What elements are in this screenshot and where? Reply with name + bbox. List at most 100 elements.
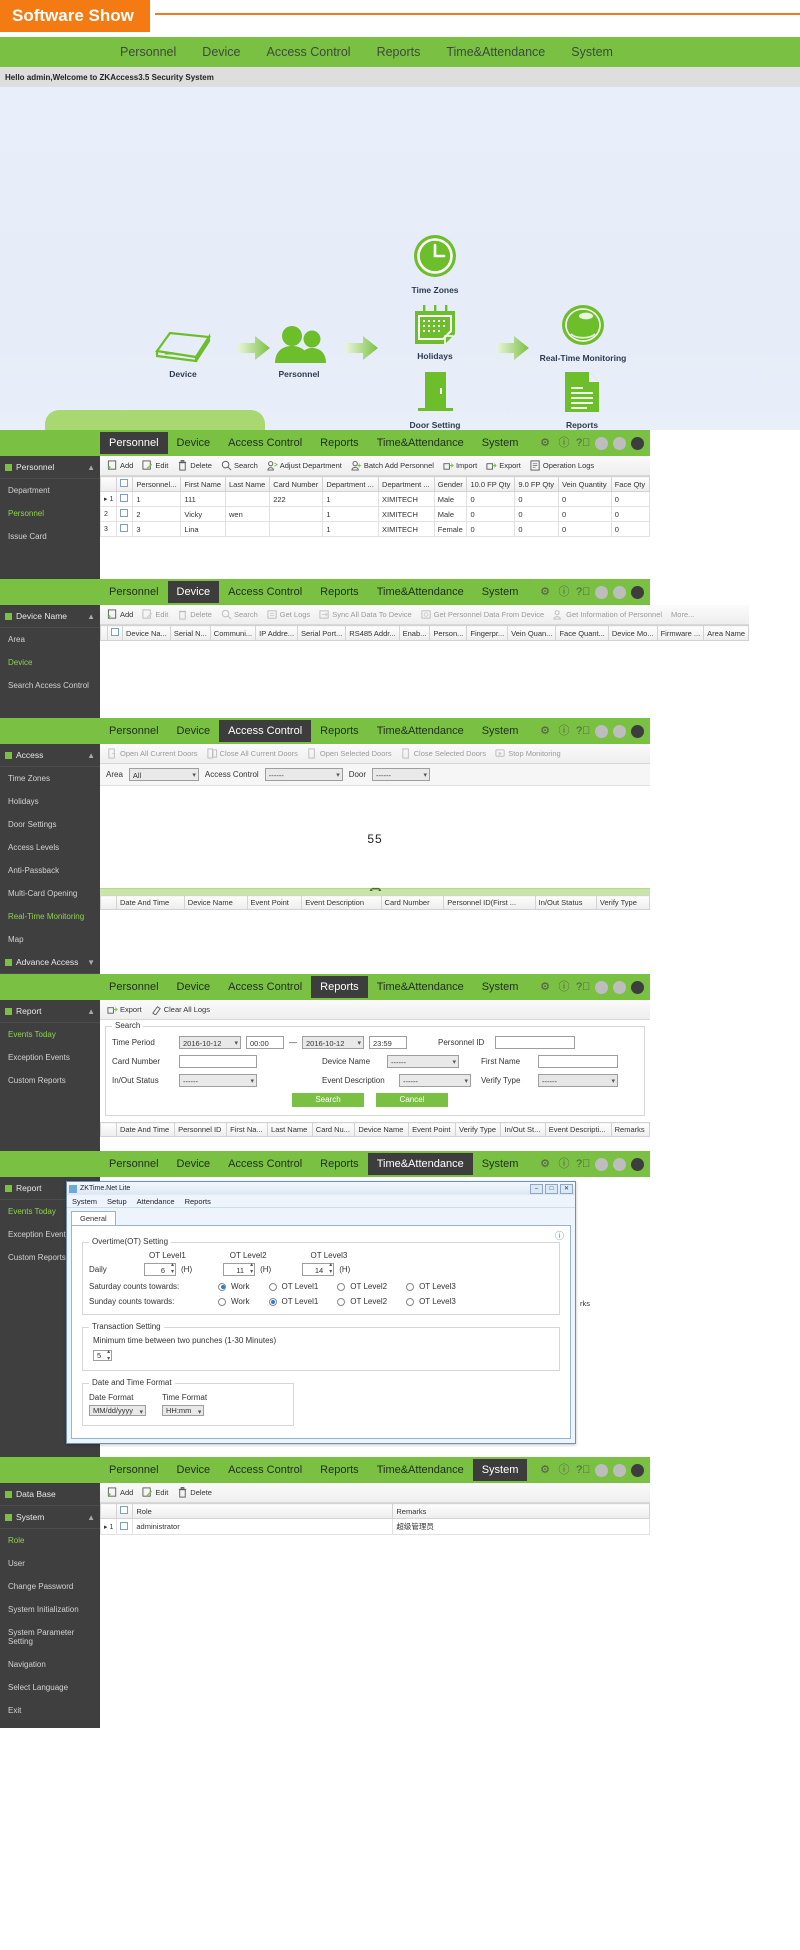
- th-vein[interactable]: Vein Quantity: [558, 477, 611, 492]
- flow-node-door-setting[interactable]: Door Setting: [400, 370, 470, 430]
- sidebar-item-anti-passback[interactable]: Anti-Passback: [0, 859, 100, 882]
- tab-reports[interactable]: Reports: [311, 720, 368, 742]
- sidebar-item-department[interactable]: Department: [0, 479, 100, 502]
- th-face-quantity[interactable]: Face Quant...: [556, 626, 608, 641]
- event-description-select[interactable]: ------: [399, 1074, 471, 1087]
- operation-logs-button[interactable]: Operation Logs: [527, 460, 597, 471]
- tab-personnel[interactable]: Personnel: [100, 1459, 168, 1481]
- maximize-icon[interactable]: [613, 725, 626, 738]
- search-button[interactable]: Search: [292, 1093, 364, 1107]
- hero-menu-item-time-attendance[interactable]: Time&Attendance: [446, 45, 545, 59]
- search-button[interactable]: Search: [218, 609, 261, 620]
- gear-icon[interactable]: ⚙: [538, 436, 552, 450]
- tab-system[interactable]: System: [473, 1459, 528, 1481]
- sidebar-item-holidays[interactable]: Holidays: [0, 790, 100, 813]
- sunday-ot2-radio[interactable]: [337, 1298, 345, 1306]
- th-device-name[interactable]: Device Na...: [123, 626, 171, 641]
- flow-node-personnel[interactable]: Personnel: [265, 325, 333, 379]
- th-first-name[interactable]: First Na...: [227, 1123, 268, 1137]
- tab-personnel[interactable]: Personnel: [100, 581, 168, 603]
- row-checkbox[interactable]: [120, 524, 128, 532]
- chevron-down-icon[interactable]: ▼: [87, 958, 95, 967]
- tab-access-control[interactable]: Access Control: [219, 581, 311, 603]
- verify-type-select[interactable]: ------: [538, 1074, 618, 1087]
- sunday-ot3-radio[interactable]: [406, 1298, 414, 1306]
- access-control-filter-select[interactable]: ------: [265, 768, 343, 781]
- sidebar-group-advance-access[interactable]: Advance Access ▼: [0, 951, 100, 974]
- access-filter-bar[interactable]: Area All Access Control ------ Door ----…: [100, 764, 650, 786]
- tab-time-attendance[interactable]: Time&Attendance: [368, 720, 473, 742]
- sidebar-item-system-initialization[interactable]: System Initialization: [0, 1598, 100, 1621]
- tab-personnel[interactable]: Personnel: [100, 976, 168, 998]
- sidebar-group-data-base[interactable]: Data Base: [0, 1483, 100, 1506]
- th-rs485-address[interactable]: RS485 Addr...: [346, 626, 399, 641]
- info-icon[interactable]: ⓘ: [557, 724, 571, 738]
- sidebar-item-access-levels[interactable]: Access Levels: [0, 836, 100, 859]
- th-fingerprint[interactable]: Fingerpr...: [467, 626, 508, 641]
- door-filter-select[interactable]: ------: [372, 768, 430, 781]
- minimize-icon[interactable]: [595, 1464, 608, 1477]
- row-checkbox-cell[interactable]: [117, 507, 133, 522]
- th-fp10[interactable]: 10.0 FP Qty: [467, 477, 515, 492]
- export-button[interactable]: Export: [483, 460, 524, 471]
- sidebar-item-device[interactable]: Device: [0, 651, 100, 674]
- info-icon[interactable]: ⓘ: [557, 585, 571, 599]
- cancel-button[interactable]: Cancel: [376, 1093, 448, 1107]
- modal-menu-attendance[interactable]: Attendance: [137, 1197, 175, 1206]
- modal-menubar[interactable]: System Setup Attendance Reports: [67, 1195, 575, 1208]
- tab-system[interactable]: System: [473, 1153, 528, 1175]
- sidebar-item-search-access-control[interactable]: Search Access Control: [0, 674, 100, 697]
- sidebar-group-device-name[interactable]: Device Name ▲: [0, 605, 100, 628]
- tab-time-attendance[interactable]: Time&Attendance: [368, 976, 473, 998]
- add-button[interactable]: Add: [104, 609, 136, 620]
- import-button[interactable]: Import: [440, 460, 480, 471]
- sidebar-item-select-language[interactable]: Select Language: [0, 1676, 100, 1699]
- close-icon[interactable]: [631, 1464, 644, 1477]
- th-date-and-time[interactable]: Date And Time: [117, 1123, 175, 1137]
- th-verify-type[interactable]: Verify Type: [596, 896, 649, 910]
- sidebar-item-user[interactable]: User: [0, 1552, 100, 1575]
- get-personnel-data-button[interactable]: Get Personnel Data From Device: [418, 609, 547, 620]
- modal-menu-reports[interactable]: Reports: [185, 1197, 211, 1206]
- sidebar-item-system-parameter-setting[interactable]: System Parameter Setting: [0, 1621, 100, 1653]
- access-toolbar[interactable]: Open All Current Doors Close All Current…: [100, 744, 650, 764]
- tab-system[interactable]: System: [473, 581, 528, 603]
- info-icon[interactable]: ⓘ: [557, 1157, 571, 1171]
- delete-button[interactable]: Delete: [174, 460, 215, 471]
- help-icon[interactable]: ?⃝: [576, 1157, 590, 1171]
- tab-reports[interactable]: Reports: [311, 1459, 368, 1481]
- tab-device[interactable]: Device: [168, 720, 220, 742]
- th-event-description[interactable]: Event Description: [302, 896, 381, 910]
- sidebar-item-custom-reports[interactable]: Custom Reports: [0, 1069, 100, 1092]
- system-sidebar[interactable]: Data Base System ▲ Role User Change Pass…: [0, 1483, 100, 1728]
- sidebar-item-door-settings[interactable]: Door Settings: [0, 813, 100, 836]
- reports-sidebar[interactable]: Report ▲ Events Today Exception Events C…: [0, 1000, 100, 1151]
- close-icon[interactable]: [631, 437, 644, 450]
- sidebar-item-multi-card-opening[interactable]: Multi-Card Opening: [0, 882, 100, 905]
- tab-reports[interactable]: Reports: [311, 581, 368, 603]
- th-area-name[interactable]: Area Name: [704, 626, 749, 641]
- tab-device[interactable]: Device: [168, 976, 220, 998]
- th-last-name[interactable]: Last Name: [226, 477, 270, 492]
- sunday-ot1-radio[interactable]: [269, 1298, 277, 1306]
- row-checkbox[interactable]: [120, 1522, 128, 1530]
- tab-personnel[interactable]: Personnel: [100, 720, 168, 742]
- th-date-and-time[interactable]: Date And Time: [117, 896, 185, 910]
- minimize-icon[interactable]: [595, 437, 608, 450]
- reports-table[interactable]: Date And Time Personnel ID First Na... L…: [100, 1122, 650, 1137]
- sidebar-item-role[interactable]: Role: [0, 1529, 100, 1552]
- hero-menu-item-reports[interactable]: Reports: [377, 45, 421, 59]
- table-row[interactable]: 3 3 Lina 1 XIMITECH Female 0 0 0: [101, 522, 650, 537]
- ot-level3-input[interactable]: 14: [302, 1263, 334, 1276]
- tab-reports[interactable]: Reports: [311, 1153, 368, 1175]
- help-icon[interactable]: ?⃝: [576, 1463, 590, 1477]
- maximize-icon[interactable]: [613, 1464, 626, 1477]
- personnel-table[interactable]: Personnel... First Name Last Name Card N…: [100, 476, 650, 537]
- tab-device[interactable]: Device: [168, 1153, 220, 1175]
- minimize-icon[interactable]: [595, 981, 608, 994]
- tab-system[interactable]: System: [473, 720, 528, 742]
- help-icon[interactable]: ?⃝: [576, 436, 590, 450]
- personnel-toolbar[interactable]: Add Edit Delete Search Adjust Department…: [100, 456, 650, 476]
- tab-time-attendance[interactable]: Time&Attendance: [368, 432, 473, 454]
- access-events-table[interactable]: Date And Time Device Name Event Point Ev…: [100, 895, 650, 910]
